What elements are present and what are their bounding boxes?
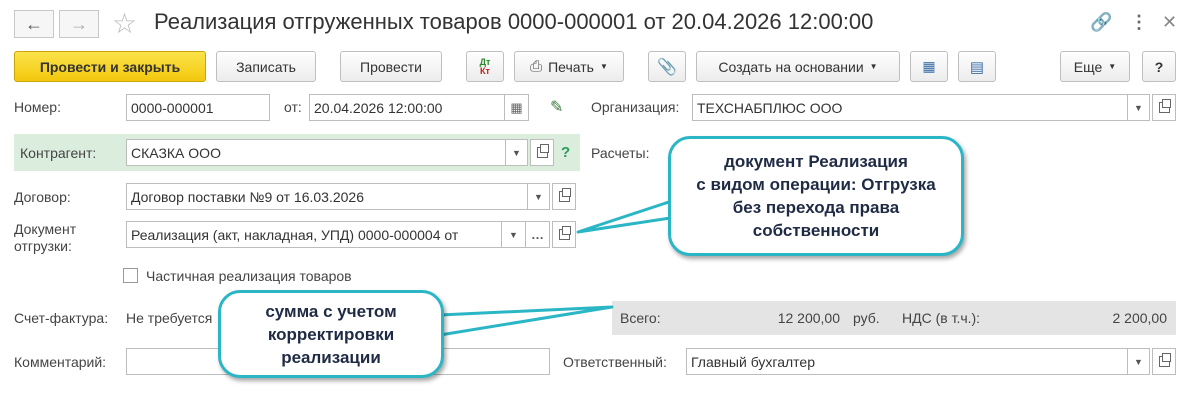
bottom-callout-pointer (438, 305, 614, 337)
bottom-callout-line1: сумма с учетом (265, 301, 397, 321)
top-callout-line1: документ Реализация (724, 152, 908, 171)
adjusted-sum-callout: сумма с учетом корректировки реализации (218, 290, 444, 378)
top-callout-line2: с видом операции: Отгрузка (696, 175, 936, 194)
bottom-callout-line3: реализации (281, 347, 381, 367)
top-callout-line4: собственности (752, 221, 880, 240)
top-callout-line3: без перехода права (732, 198, 900, 217)
callout-pointers (438, 193, 692, 337)
bottom-callout-line2: корректировки (267, 324, 395, 344)
operation-type-callout: документ Реализация с видом операции: От… (668, 136, 964, 256)
